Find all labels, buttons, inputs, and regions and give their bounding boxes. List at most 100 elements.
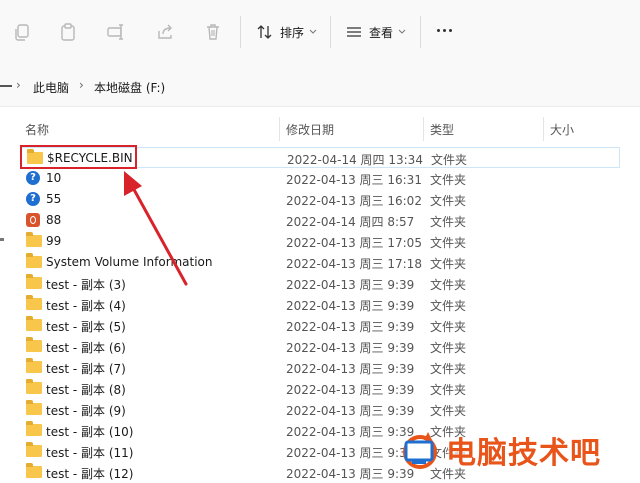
chevron-down-icon xyxy=(309,29,317,34)
file-date: 2022-04-13 周三 9:39 xyxy=(286,446,415,460)
file-name: test - 副本 (8) xyxy=(46,383,126,397)
chevron-down-icon xyxy=(398,29,406,34)
file-name: test - 副本 (12) xyxy=(46,467,134,481)
file-date: 2022-04-13 周三 16:31 xyxy=(286,173,422,187)
file-date: 2022-04-13 周三 9:39 xyxy=(286,362,415,376)
breadcrumb-separator: › xyxy=(16,78,21,92)
file-name: test - 副本 (9) xyxy=(46,404,126,418)
watermark-logo-icon xyxy=(398,428,442,472)
file-type: 文件夹 xyxy=(431,153,468,167)
file-name: test - 副本 (10) xyxy=(46,425,134,439)
table-row[interactable]: test - 副本 (7) 2022-04-13 周三 9:39 文件夹 xyxy=(20,357,620,378)
file-date: 2022-04-13 周三 9:39 xyxy=(286,320,415,334)
share-icon[interactable] xyxy=(155,22,175,42)
file-type: 文件夹 xyxy=(430,341,467,355)
file-date: 2022-04-13 周三 17:05 xyxy=(286,236,422,250)
folder-icon xyxy=(26,253,42,269)
file-type: 文件夹 xyxy=(430,383,467,397)
help-icon: ? xyxy=(26,171,42,185)
file-type: 文件夹 xyxy=(430,215,467,229)
file-name: 55 xyxy=(46,192,62,206)
folder-icon xyxy=(26,421,42,437)
folder-icon xyxy=(26,316,42,332)
view-button[interactable]: 查看 xyxy=(345,20,406,44)
folder-icon xyxy=(26,295,42,311)
file-name: 99 xyxy=(46,234,62,248)
breadcrumb-local-disk[interactable]: 本地磁盘 (F:) xyxy=(94,79,165,96)
folder-icon xyxy=(26,274,42,290)
file-type: 文件夹 xyxy=(430,236,467,250)
file-date: 2022-04-14 周四 8:57 xyxy=(286,215,415,229)
file-name: test - 副本 (4) xyxy=(46,299,126,313)
help-icon: ? xyxy=(26,192,42,206)
file-name: 88 xyxy=(46,213,62,227)
nav-pane-edge xyxy=(0,238,4,241)
table-row[interactable]: System Volume Information 2022-04-13 周三 … xyxy=(20,252,620,273)
toolbar-divider xyxy=(420,16,421,48)
annotation-highlight-box xyxy=(20,145,137,169)
file-name: test - 副本 (7) xyxy=(46,362,126,376)
table-row[interactable]: 88 2022-04-14 周四 8:57 文件夹 xyxy=(20,210,620,231)
file-date: 2022-04-13 周三 9:39 xyxy=(286,278,415,292)
copy-icon[interactable] xyxy=(12,22,32,42)
folder-icon xyxy=(26,442,42,458)
file-date: 2022-04-13 周三 17:18 xyxy=(286,257,422,271)
file-name: test - 副本 (11) xyxy=(46,446,134,460)
file-name: 10 xyxy=(46,171,62,185)
sort-icon xyxy=(257,25,272,39)
file-name: test - 副本 (3) xyxy=(46,278,126,292)
table-row[interactable]: test - 副本 (8) 2022-04-13 周三 9:39 文件夹 xyxy=(20,378,620,399)
breadcrumb-separator: › xyxy=(79,78,84,92)
table-row[interactable]: test - 副本 (9) 2022-04-13 周三 9:39 文件夹 xyxy=(20,399,620,420)
file-date: 2022-04-13 周三 9:39 xyxy=(286,299,415,313)
column-name[interactable]: 名称 xyxy=(25,121,49,138)
file-date: 2022-04-14 周四 13:34 xyxy=(287,153,423,167)
breadcrumb-this-pc[interactable]: 此电脑 xyxy=(33,79,69,96)
file-name: test - 副本 (6) xyxy=(46,341,126,355)
folder-icon xyxy=(26,379,42,395)
watermark-text: 电脑技术吧 xyxy=(446,436,601,471)
file-date: 2022-04-13 周三 9:39 xyxy=(286,383,415,397)
sort-button[interactable]: 排序 xyxy=(256,20,317,44)
file-type: 文件夹 xyxy=(430,278,467,292)
column-type[interactable]: 类型 xyxy=(430,121,454,138)
address-bar[interactable]: › 此电脑 › 本地磁盘 (F:) xyxy=(0,66,640,107)
table-row[interactable]: test - 副本 (4) 2022-04-13 周三 9:39 文件夹 xyxy=(20,294,620,315)
file-type: 文件夹 xyxy=(430,257,467,271)
folder-icon xyxy=(26,358,42,374)
table-row[interactable]: test - 副本 (6) 2022-04-13 周三 9:39 文件夹 xyxy=(20,336,620,357)
file-type: 文件夹 xyxy=(430,299,467,313)
table-row[interactable]: test - 副本 (3) 2022-04-13 周三 9:39 文件夹 xyxy=(20,273,620,294)
file-date: 2022-04-13 周三 9:39 xyxy=(286,404,415,418)
column-date[interactable]: 修改日期 xyxy=(286,121,334,138)
file-type: 文件夹 xyxy=(430,362,467,376)
view-icon xyxy=(347,27,361,37)
column-divider[interactable] xyxy=(423,117,424,141)
column-divider[interactable] xyxy=(543,117,544,141)
file-name: test - 副本 (5) xyxy=(46,320,126,334)
view-label: 查看 xyxy=(369,25,394,40)
table-row[interactable]: ? 10 2022-04-13 周三 16:31 文件夹 xyxy=(20,168,620,189)
file-name: System Volume Information xyxy=(46,255,213,269)
table-row[interactable]: test - 副本 (5) 2022-04-13 周三 9:39 文件夹 xyxy=(20,315,620,336)
file-date: 2022-04-13 周三 9:39 xyxy=(286,467,415,481)
power-app-icon xyxy=(26,213,42,227)
more-icon[interactable] xyxy=(437,29,452,32)
folder-icon xyxy=(26,337,42,353)
nav-stub xyxy=(0,85,12,87)
column-divider[interactable] xyxy=(279,117,280,141)
folder-icon xyxy=(26,232,42,248)
watermark: 电脑技术吧 xyxy=(398,428,601,472)
toolbar-divider xyxy=(330,16,331,48)
file-date: 2022-04-13 周三 16:02 xyxy=(286,194,422,208)
table-row[interactable]: 99 2022-04-13 周三 17:05 文件夹 xyxy=(20,231,620,252)
delete-icon[interactable] xyxy=(203,22,223,42)
rename-icon[interactable] xyxy=(106,22,126,42)
file-type: 文件夹 xyxy=(430,404,467,418)
column-size[interactable]: 大小 xyxy=(550,121,574,138)
table-row[interactable]: ? 55 2022-04-13 周三 16:02 文件夹 xyxy=(20,189,620,210)
command-bar: 排序 查看 xyxy=(0,0,640,67)
file-type: 文件夹 xyxy=(430,320,467,334)
sort-label: 排序 xyxy=(280,25,305,40)
paste-icon[interactable] xyxy=(58,22,78,42)
